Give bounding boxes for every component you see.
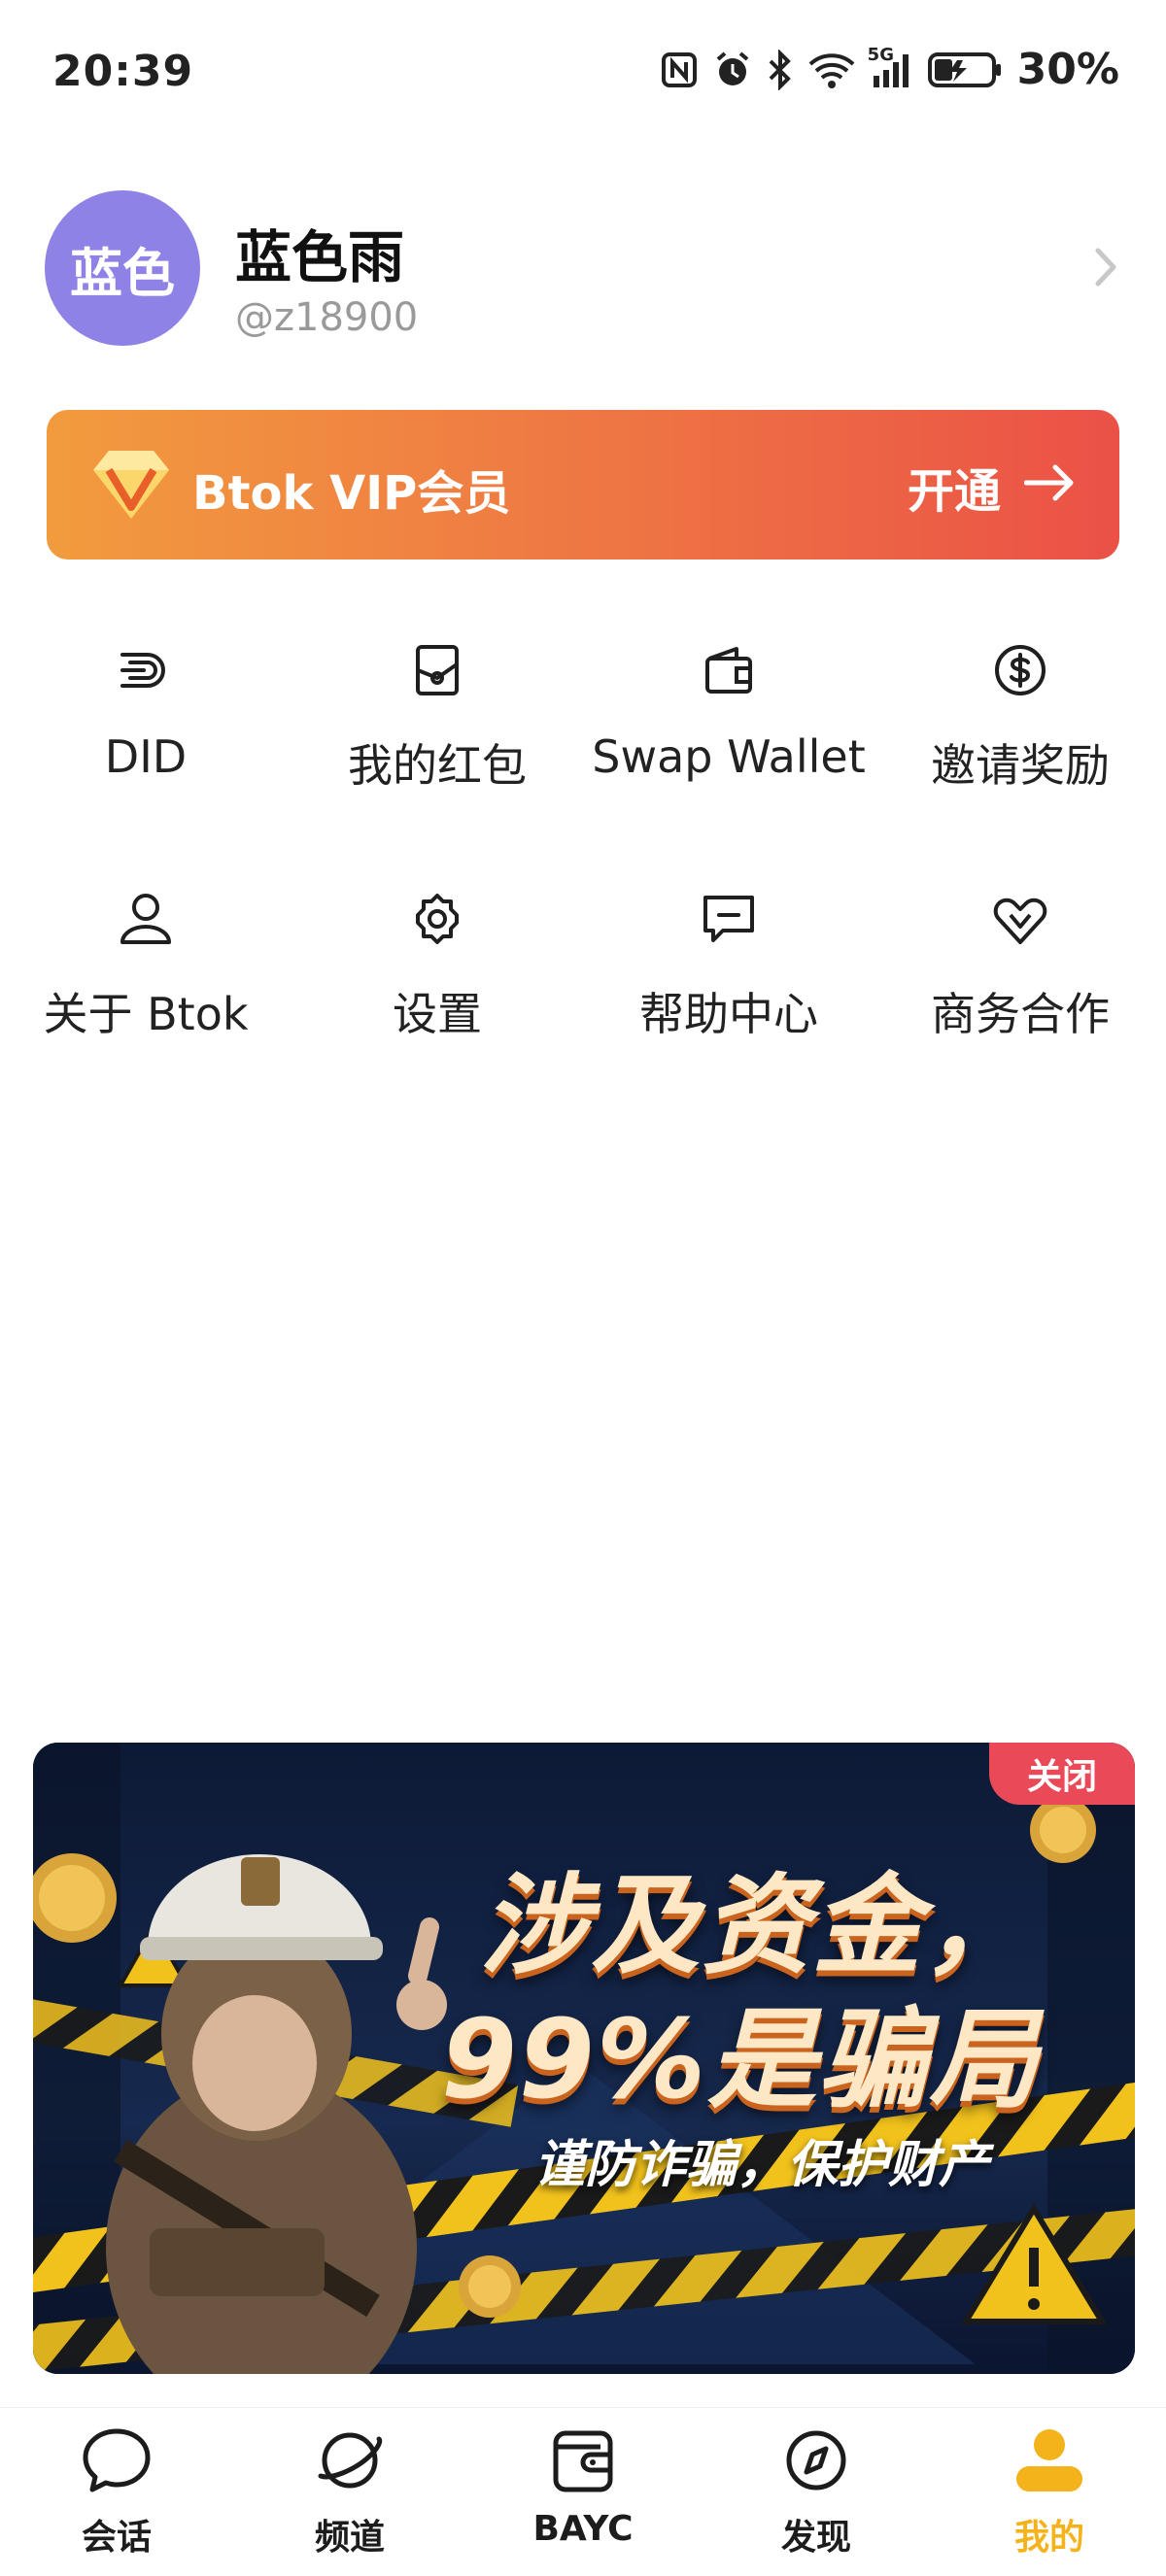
bluetooth-icon (767, 49, 794, 90)
nav-label: 我的 (1013, 2518, 1084, 2558)
avatar[interactable]: 蓝色 (45, 190, 200, 346)
profile-name: 蓝色雨 (235, 224, 405, 290)
ad-headline-2: 99%是骗局 (441, 1997, 1041, 2123)
compass-icon (779, 2425, 853, 2499)
menu-label: Swap Wallet (592, 730, 866, 783)
planet-icon (313, 2425, 387, 2499)
vip-open-label: 开通 (907, 464, 1001, 519)
menu-item-business[interactable]: 商务合作 (874, 870, 1166, 1065)
status-time: 20:39 (52, 47, 194, 96)
battery-icon (927, 51, 1004, 89)
menu-item-did[interactable]: DID (0, 622, 292, 816)
partnership-icon (991, 870, 1049, 967)
nav-label: BAYC (532, 2509, 634, 2549)
ad-subline: 谨防诈骗，保护财产 (534, 2136, 990, 2194)
menu-label: 商务合作 (931, 988, 1110, 1040)
menu-item-settings[interactable]: 设置 (292, 870, 583, 1065)
profile-icon (1012, 2425, 1086, 2499)
nav-item-chats[interactable]: 会话 (0, 2425, 233, 2559)
nfc-icon (660, 51, 699, 89)
diamond-icon (89, 445, 173, 526)
menu-label: 我的红包 (348, 739, 527, 792)
gear-icon (408, 870, 466, 967)
vip-banner[interactable]: Btok VIP会员 开通 (47, 410, 1119, 559)
menu-item-invite-reward[interactable]: 邀请奖励 (874, 622, 1166, 816)
network-type: 5G (867, 44, 894, 65)
profile-handle: @z18900 (235, 295, 419, 340)
nav-item-me[interactable]: 我的 (933, 2425, 1166, 2559)
message-icon (700, 870, 758, 967)
nav-label: 频道 (314, 2518, 385, 2558)
nav-label: 发现 (780, 2518, 851, 2558)
nav-item-channels[interactable]: 频道 (233, 2425, 466, 2559)
menu-label: 帮助中心 (639, 988, 818, 1040)
alarm-icon (712, 50, 753, 90)
chevron-right-icon[interactable] (1092, 245, 1121, 293)
vip-open-button[interactable]: 开通 (908, 453, 1077, 521)
red-packet-icon (408, 622, 466, 719)
arrow-right-icon (1023, 459, 1077, 514)
did-icon (117, 622, 175, 719)
bayc-wallet-icon (546, 2425, 620, 2499)
bottom-nav: 会话 频道 BAYC 发现 我的 (0, 2407, 1166, 2576)
wifi-icon (807, 51, 856, 89)
menu-label: 关于 Btok (43, 988, 249, 1040)
ad-close-button[interactable]: 关闭 (989, 1743, 1135, 1805)
nav-label: 会话 (81, 2518, 152, 2558)
status-bar: 20:39 5G 30% (0, 0, 1166, 146)
menu-item-red-packet[interactable]: 我的红包 (292, 622, 583, 816)
menu-item-swap-wallet[interactable]: Swap Wallet (583, 622, 874, 816)
status-icons: 5G 30% (660, 45, 1119, 94)
profile-header[interactable]: 蓝色 蓝色雨 @z18900 (45, 190, 1121, 348)
vip-title: Btok VIP会员 (192, 466, 511, 521)
ad-banner[interactable]: 涉及资金， 99%是骗局 谨防诈骗，保护财产 关闭 (33, 1743, 1135, 2374)
wallet-icon (700, 622, 758, 719)
menu-label: 邀请奖励 (931, 739, 1110, 792)
menu-label: 设置 (393, 988, 482, 1040)
nav-item-discover[interactable]: 发现 (700, 2425, 933, 2559)
signal-icon: 5G (868, 45, 914, 89)
dollar-coin-icon (991, 622, 1049, 719)
user-icon (117, 870, 175, 967)
menu-label: DID (104, 730, 188, 783)
battery-percent: 30% (1016, 45, 1119, 94)
menu-item-help-center[interactable]: 帮助中心 (583, 870, 874, 1065)
nav-item-bayc[interactable]: BAYC (466, 2425, 700, 2549)
menu-item-about[interactable]: 关于 Btok (0, 870, 292, 1065)
chat-icon (80, 2425, 154, 2499)
